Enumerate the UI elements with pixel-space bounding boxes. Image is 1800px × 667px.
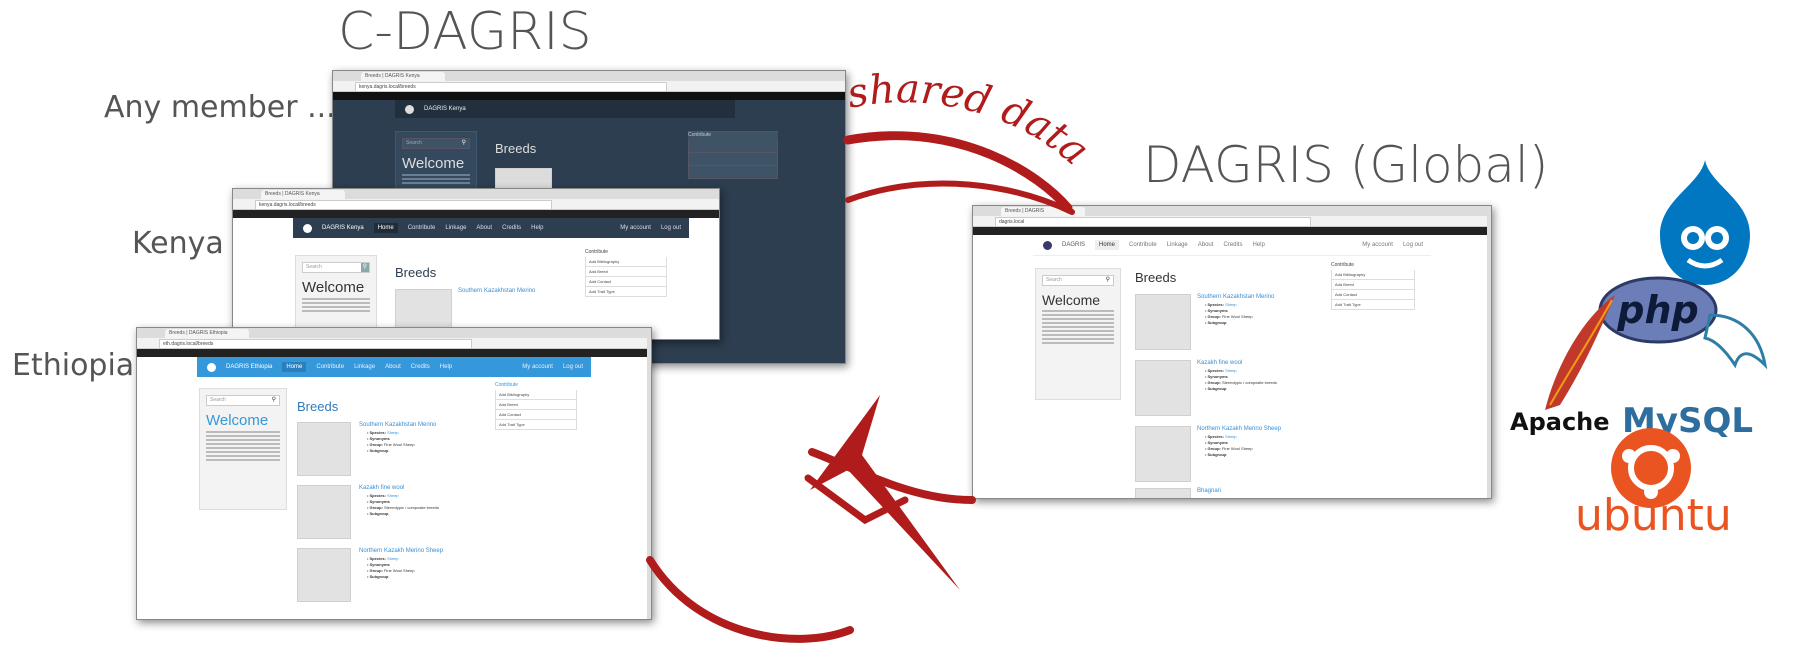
- arrow-arc-bottom: [646, 556, 854, 643]
- ubuntu-label: ubuntu: [1575, 490, 1732, 541]
- apache-label: Apache: [1510, 408, 1610, 436]
- mysql-dolphin-icon: [1703, 313, 1768, 370]
- drupal-icon: [1660, 160, 1750, 285]
- php-label: php: [1616, 288, 1698, 332]
- shared-data-label: shared data: [844, 66, 1098, 174]
- arrow-arc-upper: [845, 180, 1075, 215]
